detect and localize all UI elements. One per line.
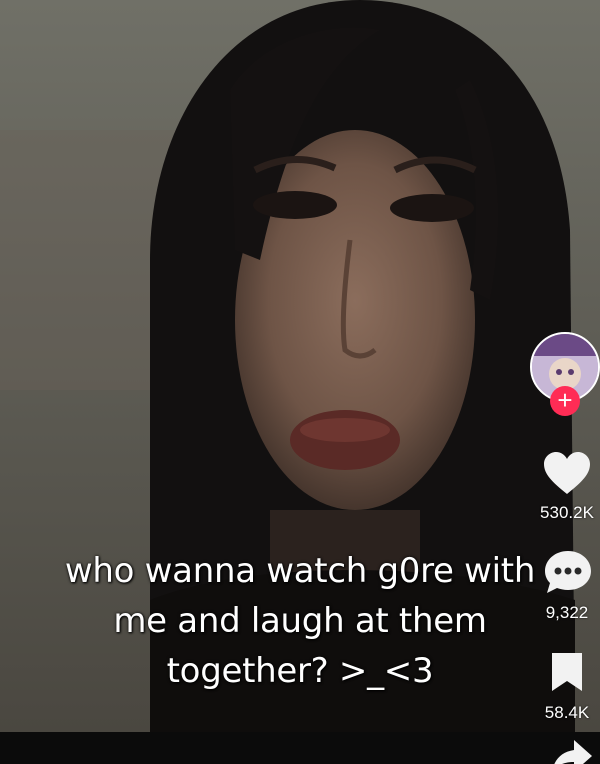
- share-arrow-icon[interactable]: [552, 740, 592, 764]
- bottom-bar: [0, 732, 600, 764]
- caption-line-1: who wanna watch g0re with: [64, 551, 536, 591]
- like-count: 530.2K: [540, 503, 594, 522]
- bookmark-count: 58.4K: [544, 703, 590, 722]
- video-frame[interactable]: who wanna watch g0re with me and laugh a…: [0, 0, 600, 732]
- caption-line-3: together? >_<3: [166, 651, 434, 691]
- comment-bubble-icon[interactable]: [542, 548, 594, 594]
- caption-line-2: me and laugh at them: [113, 601, 487, 641]
- heart-icon[interactable]: [542, 450, 592, 496]
- comment-count: 9,322: [545, 603, 589, 622]
- bookmark-icon[interactable]: [549, 651, 585, 693]
- follow-button[interactable]: +: [550, 386, 580, 416]
